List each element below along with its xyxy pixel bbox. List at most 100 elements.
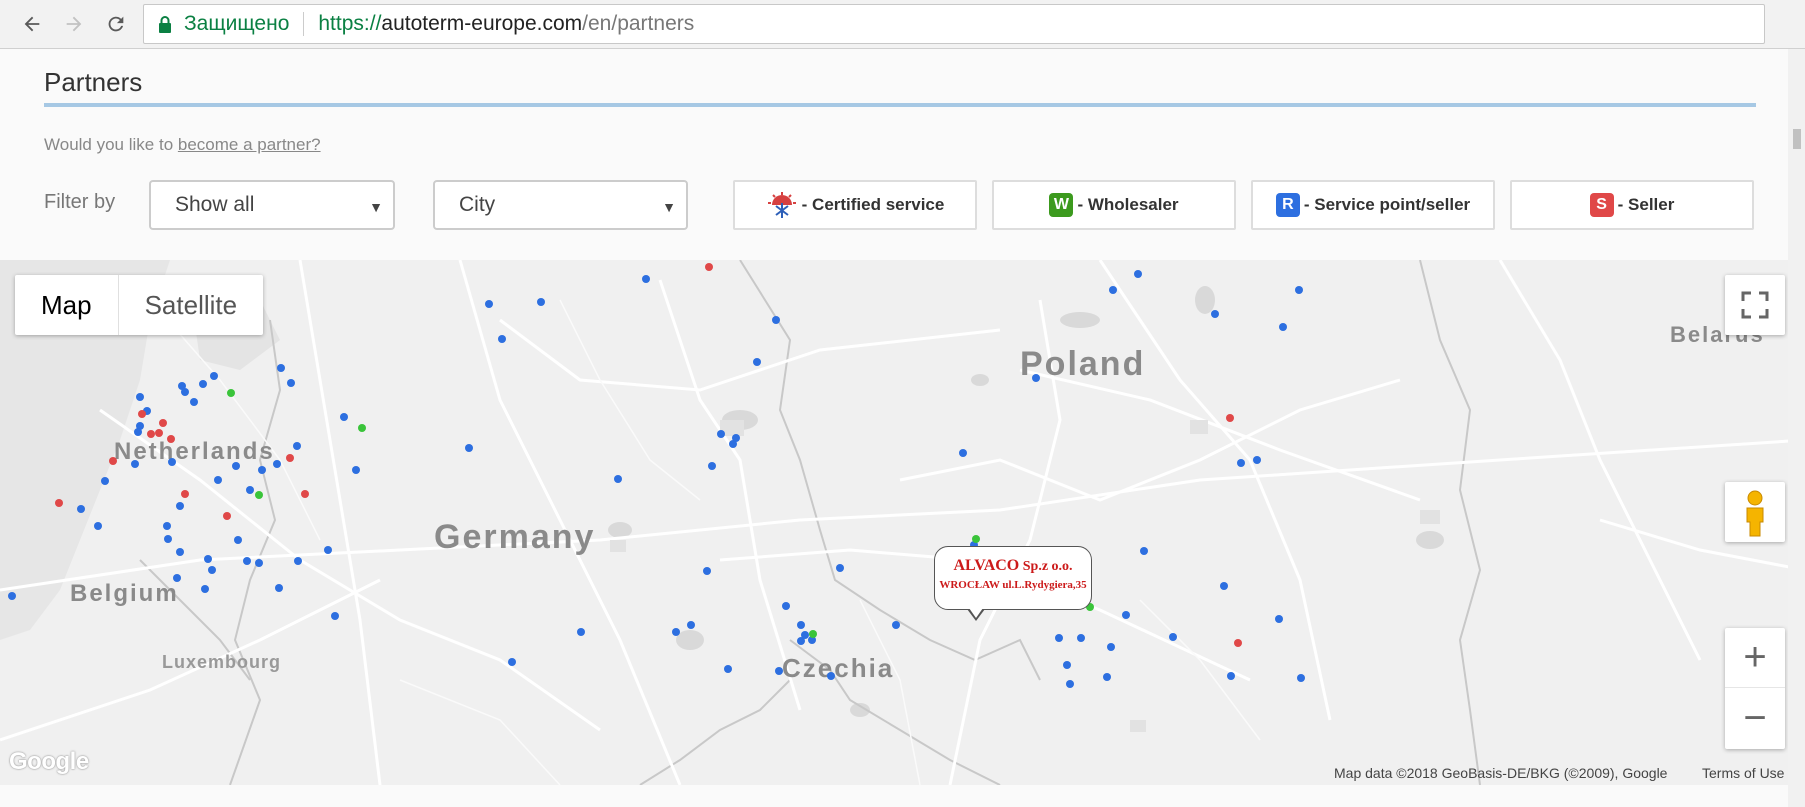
service-point-marker[interactable]: [164, 535, 172, 543]
map-type-satellite-button[interactable]: Satellite: [119, 275, 264, 335]
service-point-marker[interactable]: [1237, 459, 1245, 467]
become-partner-link[interactable]: become a partner?: [178, 135, 321, 154]
service-point-marker[interactable]: [1227, 672, 1235, 680]
service-point-marker[interactable]: [703, 567, 711, 575]
service-point-marker[interactable]: [208, 566, 216, 574]
seller-marker[interactable]: [223, 512, 231, 520]
service-point-marker[interactable]: [277, 364, 285, 372]
seller-marker[interactable]: [138, 410, 146, 418]
zoom-in-button[interactable]: +: [1725, 628, 1785, 688]
service-point-marker[interactable]: [136, 393, 144, 401]
service-point-marker[interactable]: [131, 460, 139, 468]
scrollbar-thumb[interactable]: [1793, 129, 1801, 149]
wholesaler-marker[interactable]: [227, 389, 235, 397]
service-point-marker[interactable]: [1055, 634, 1063, 642]
service-point-marker[interactable]: [1063, 661, 1071, 669]
partner-info-window[interactable]: ALVACO Sp.z o.o. WROCŁAW ul.L.Rydygiera,…: [934, 546, 1092, 610]
service-point-marker[interactable]: [214, 476, 222, 484]
legend-wholesaler[interactable]: W - Wholesaler: [992, 180, 1236, 230]
service-point-marker[interactable]: [204, 555, 212, 563]
service-point-marker[interactable]: [1103, 673, 1111, 681]
seller-marker[interactable]: [1234, 639, 1242, 647]
service-point-marker[interactable]: [210, 372, 218, 380]
service-point-marker[interactable]: [168, 458, 176, 466]
service-point-marker[interactable]: [672, 628, 680, 636]
wholesaler-marker[interactable]: [358, 424, 366, 432]
service-point-marker[interactable]: [275, 584, 283, 592]
service-point-marker[interactable]: [287, 379, 295, 387]
seller-marker[interactable]: [159, 419, 167, 427]
service-point-marker[interactable]: [234, 536, 242, 544]
service-point-marker[interactable]: [687, 621, 695, 629]
service-point-marker[interactable]: [294, 557, 302, 565]
service-point-marker[interactable]: [163, 522, 171, 530]
seller-marker[interactable]: [167, 435, 175, 443]
service-point-marker[interactable]: [324, 546, 332, 554]
seller-marker[interactable]: [705, 263, 713, 271]
reload-button[interactable]: [100, 8, 132, 40]
partner-type-select[interactable]: Show all ▼: [149, 180, 395, 230]
service-point-marker[interactable]: [8, 592, 16, 600]
service-point-marker[interactable]: [1066, 680, 1074, 688]
service-point-marker[interactable]: [1032, 374, 1040, 382]
wholesaler-marker[interactable]: [809, 630, 817, 638]
partners-map[interactable]: Poland Germany Netherlands Belgium Luxem…: [0, 260, 1805, 785]
service-point-marker[interactable]: [508, 658, 516, 666]
forward-button[interactable]: [58, 8, 90, 40]
service-point-marker[interactable]: [340, 413, 348, 421]
service-point-marker[interactable]: [190, 398, 198, 406]
map-type-map-button[interactable]: Map: [15, 275, 119, 335]
service-point-marker[interactable]: [729, 440, 737, 448]
legend-service-point-seller[interactable]: R - Service point/seller: [1251, 180, 1495, 230]
terms-of-use-link[interactable]: Terms of Use: [1702, 765, 1784, 781]
service-point-marker[interactable]: [352, 466, 360, 474]
seller-marker[interactable]: [155, 429, 163, 437]
service-point-marker[interactable]: [293, 442, 301, 450]
service-point-marker[interactable]: [94, 522, 102, 530]
seller-marker[interactable]: [286, 454, 294, 462]
service-point-marker[interactable]: [201, 585, 209, 593]
address-bar[interactable]: Защищено https://autoterm-europe.com/en/…: [143, 4, 1765, 44]
legend-seller[interactable]: S - Seller: [1510, 180, 1754, 230]
fullscreen-button[interactable]: [1725, 275, 1785, 335]
service-point-marker[interactable]: [1279, 323, 1287, 331]
service-point-marker[interactable]: [772, 316, 780, 324]
service-point-marker[interactable]: [181, 388, 189, 396]
service-point-marker[interactable]: [243, 557, 251, 565]
service-point-marker[interactable]: [1275, 615, 1283, 623]
service-point-marker[interactable]: [614, 475, 622, 483]
wholesaler-marker[interactable]: [255, 491, 263, 499]
legend-certified-service[interactable]: - Certified service: [733, 180, 977, 230]
service-point-marker[interactable]: [642, 275, 650, 283]
service-point-marker[interactable]: [232, 462, 240, 470]
service-point-marker[interactable]: [255, 559, 263, 567]
zoom-out-button[interactable]: −: [1725, 688, 1785, 748]
service-point-marker[interactable]: [775, 667, 783, 675]
service-point-marker[interactable]: [134, 428, 142, 436]
wholesaler-marker[interactable]: [972, 535, 980, 543]
service-point-marker[interactable]: [959, 449, 967, 457]
city-select[interactable]: City ▼: [433, 180, 688, 230]
service-point-marker[interactable]: [176, 548, 184, 556]
service-point-marker[interactable]: [1253, 456, 1261, 464]
seller-marker[interactable]: [147, 430, 155, 438]
service-point-marker[interactable]: [797, 621, 805, 629]
service-point-marker[interactable]: [577, 628, 585, 636]
service-point-marker[interactable]: [465, 444, 473, 452]
service-point-marker[interactable]: [782, 602, 790, 610]
service-point-marker[interactable]: [1220, 582, 1228, 590]
service-point-marker[interactable]: [1140, 547, 1148, 555]
service-point-marker[interactable]: [708, 462, 716, 470]
seller-marker[interactable]: [109, 457, 117, 465]
service-point-marker[interactable]: [1107, 643, 1115, 651]
service-point-marker[interactable]: [1134, 270, 1142, 278]
seller-marker[interactable]: [55, 499, 63, 507]
service-point-marker[interactable]: [1295, 286, 1303, 294]
service-point-marker[interactable]: [199, 380, 207, 388]
street-view-pegman-button[interactable]: [1725, 482, 1785, 542]
service-point-marker[interactable]: [173, 574, 181, 582]
service-point-marker[interactable]: [827, 672, 835, 680]
service-point-marker[interactable]: [101, 477, 109, 485]
service-point-marker[interactable]: [537, 298, 545, 306]
seller-marker[interactable]: [181, 490, 189, 498]
